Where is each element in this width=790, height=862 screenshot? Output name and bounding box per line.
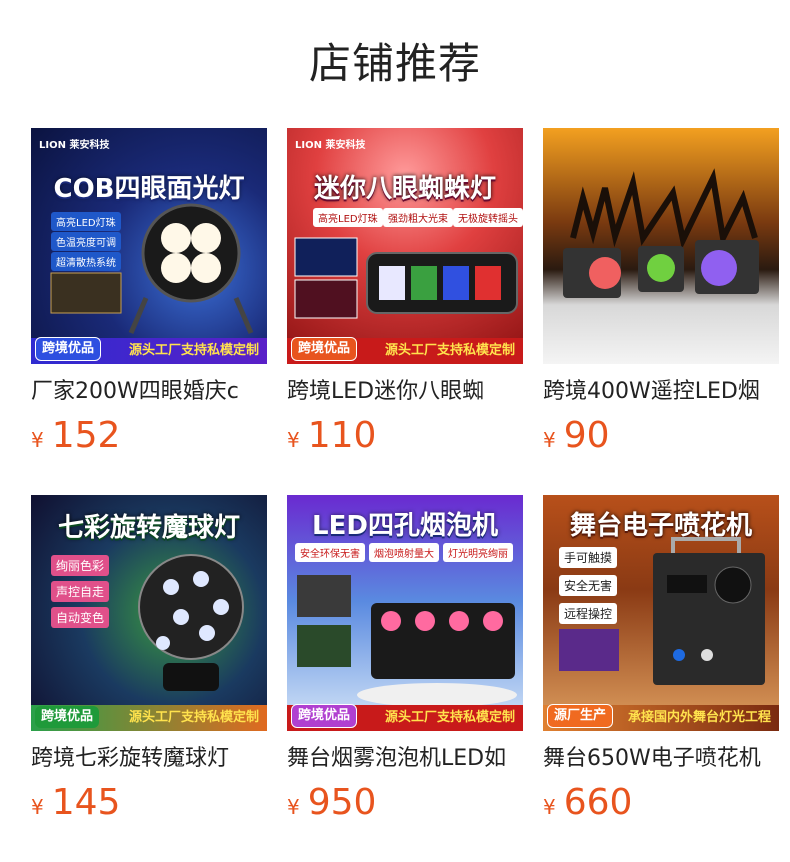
price-value: 145 — [51, 782, 121, 823]
product-price: ¥90 — [543, 414, 779, 458]
product-name[interactable]: 跨境七彩旋转魔球灯 — [31, 745, 267, 773]
price-value: 950 — [307, 782, 377, 823]
product-name[interactable]: 跨境400W遥控LED烟 — [543, 378, 779, 406]
product-card[interactable]: LION 莱安科技 COB四眼面光灯 高亮LED灯珠 色温亮度可调 超清散热系统… — [31, 128, 267, 458]
banner-footer: 源厂生产 承接国内外舞台灯光工程 — [543, 704, 779, 731]
banner-slogan: 源头工厂支持私模定制 — [128, 710, 259, 725]
price-value: 660 — [563, 782, 633, 823]
badge-cross-border: 跨境优品 — [35, 337, 102, 361]
product-card[interactable]: LION 莱安科技 迷你八眼蜘蛛灯 高亮LED灯珠 强劲粗大光束 无极旋转摇头 … — [287, 128, 523, 458]
badge-cross-border: 跨境优品 — [291, 337, 358, 361]
spider-light-illustration — [294, 237, 518, 319]
product-name[interactable]: 厂家200W四眼婚庆c — [31, 378, 267, 406]
bubble-machine-illustration — [297, 575, 517, 707]
badge-cross-border: 跨境优品 — [291, 704, 358, 728]
currency-symbol: ¥ — [287, 795, 300, 819]
banner-slogan: 源头工厂支持私模定制 — [384, 710, 515, 725]
currency-symbol: ¥ — [543, 428, 556, 452]
product-price: ¥145 — [31, 781, 267, 825]
stage-light-illustration — [50, 203, 254, 334]
product-image[interactable]: LED四孔烟泡机 安全环保无害 烟泡喷射量大 灯光明亮绚丽 跨境优品 源头工厂支… — [287, 495, 523, 731]
currency-symbol: ¥ — [31, 428, 44, 452]
banner-footer: 跨境优品 源头工厂支持私模定制 — [31, 705, 267, 731]
product-image[interactable] — [543, 128, 779, 364]
product-image[interactable]: LION 莱安科技 迷你八眼蜘蛛灯 高亮LED灯珠 强劲粗大光束 无极旋转摇头 … — [287, 128, 523, 364]
product-card[interactable]: 七彩旋转魔球灯 绚丽色彩 声控自走 自动变色 跨境优品 源头工厂支持私模定制 跨… — [31, 495, 267, 825]
product-price: ¥110 — [287, 414, 523, 458]
badge-cross-border: 跨境优品 — [35, 706, 100, 728]
price-value: 110 — [307, 415, 377, 456]
magic-ball-illustration — [138, 554, 244, 691]
product-price: ¥660 — [543, 781, 779, 825]
banner-slogan: 源头工厂支持私模定制 — [128, 343, 259, 358]
product-grid: LION 莱安科技 COB四眼面光灯 高亮LED灯珠 色温亮度可调 超清散热系统… — [0, 0, 790, 862]
product-card[interactable]: LED四孔烟泡机 安全环保无害 烟泡喷射量大 灯光明亮绚丽 跨境优品 源头工厂支… — [287, 495, 523, 825]
product-image[interactable]: LION 莱安科技 COB四眼面光灯 高亮LED灯珠 色温亮度可调 超清散热系统… — [31, 128, 267, 364]
price-value: 152 — [51, 415, 121, 456]
product-image[interactable]: 舞台电子喷花机 手可触摸 安全无害 远程操控 源厂生产 承接国内外舞台灯光工程 — [543, 495, 779, 731]
badge-factory: 源厂生产 — [547, 704, 614, 728]
product-price: ¥950 — [287, 781, 523, 825]
product-price: ¥152 — [31, 414, 267, 458]
banner-footer: 跨境优品 源头工厂支持私模定制 — [287, 337, 523, 364]
product-name[interactable]: 跨境LED迷你八眼蜘 — [287, 378, 523, 406]
currency-symbol: ¥ — [31, 795, 44, 819]
spark-machine-illustration — [559, 537, 765, 685]
price-value: 90 — [563, 415, 610, 456]
banner-footer: 跨境优品 源头工厂支持私模定制 — [287, 704, 523, 731]
fog-machine-illustration — [563, 168, 759, 298]
product-name[interactable]: 舞台650W电子喷花机 — [543, 745, 779, 773]
product-name[interactable]: 舞台烟雾泡泡机LED如 — [287, 745, 523, 773]
product-card[interactable]: 跨境400W遥控LED烟 ¥90 — [543, 128, 779, 458]
currency-symbol: ¥ — [543, 795, 556, 819]
product-card[interactable]: 舞台电子喷花机 手可触摸 安全无害 远程操控 源厂生产 承接国内外舞台灯光工程 … — [543, 495, 779, 825]
product-image[interactable]: 七彩旋转魔球灯 绚丽色彩 声控自走 自动变色 跨境优品 源头工厂支持私模定制 — [31, 495, 267, 731]
currency-symbol: ¥ — [287, 428, 300, 452]
banner-footer: 跨境优品 源头工厂支持私模定制 — [31, 337, 267, 364]
banner-slogan: 承接国内外舞台灯光工程 — [627, 710, 771, 725]
banner-slogan: 源头工厂支持私模定制 — [384, 343, 515, 358]
